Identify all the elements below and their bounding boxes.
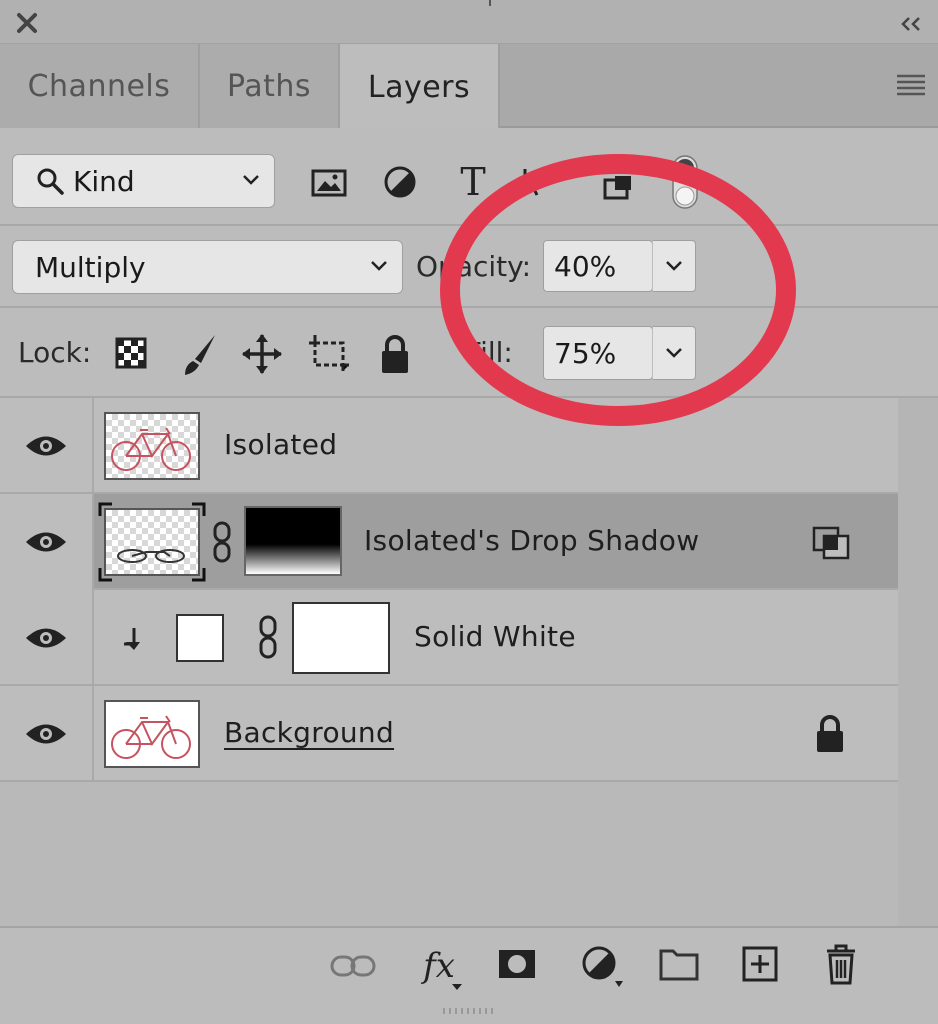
blend-mode-value: Multiply <box>35 250 146 284</box>
lock-artboard-icon[interactable] <box>306 332 352 374</box>
layer-name[interactable]: Isolated <box>224 428 337 461</box>
tab-layers[interactable]: Layers <box>340 44 500 130</box>
image-filter-icon[interactable] <box>310 168 348 198</box>
layers-scrollbar[interactable] <box>898 398 938 926</box>
adjustment-layer-icon[interactable] <box>578 942 626 990</box>
lock-icon <box>814 714 846 754</box>
layer-row[interactable]: Background <box>0 686 898 782</box>
visibility-toggle[interactable] <box>0 398 94 494</box>
fx-icon[interactable]: fx <box>412 942 466 990</box>
selection-corners <box>98 502 206 582</box>
layers-footer: fx <box>0 926 938 1024</box>
tab-bar: Channels Paths Layers <box>0 44 938 130</box>
blend-mode-dropdown[interactable]: Multiply <box>12 240 403 294</box>
lock-row: Lock: Fill: 75% <box>0 308 938 398</box>
layer-name[interactable]: Isolated's Drop Shadow <box>364 524 699 557</box>
eye-icon <box>24 625 68 651</box>
search-icon <box>35 166 65 196</box>
top-divider-mark <box>489 0 491 6</box>
kind-label: Kind <box>73 164 135 198</box>
bicycle-icon <box>111 427 191 471</box>
smart-object-filter-icon[interactable] <box>600 170 636 204</box>
chevron-down-icon <box>368 255 390 277</box>
chain-link-icon[interactable] <box>256 614 280 660</box>
chevron-down-icon <box>663 255 685 277</box>
panel-header <box>0 0 938 44</box>
tab-channels[interactable]: Channels <box>0 44 200 128</box>
opacity-input[interactable]: 40% <box>543 240 653 292</box>
visibility-toggle[interactable] <box>0 590 94 686</box>
layers-empty-area <box>0 788 898 926</box>
blend-row: Multiply Opacity: 40% <box>0 226 938 308</box>
layer-name[interactable]: Solid White <box>414 620 576 653</box>
layer-row[interactable]: Isolated <box>0 398 898 494</box>
close-icon[interactable] <box>14 10 40 36</box>
adjustment-filter-icon[interactable] <box>382 164 418 200</box>
delete-layer-icon[interactable] <box>822 942 860 986</box>
layer-mask-thumbnail[interactable] <box>292 602 390 674</box>
bicycle-icon <box>111 715 191 759</box>
layer-row[interactable]: Solid White <box>0 590 898 686</box>
fx-label: fx <box>423 946 455 986</box>
fill-label: Fill: <box>466 336 513 369</box>
lock-transparent-pixels-icon[interactable] <box>114 336 148 370</box>
visibility-toggle[interactable] <box>0 686 94 782</box>
chevron-down-icon <box>663 342 685 364</box>
fill-color-thumbnail[interactable] <box>176 614 224 662</box>
kind-filter-dropdown[interactable]: Kind <box>12 154 275 208</box>
lock-all-icon[interactable] <box>378 332 412 376</box>
collapse-panel-icon[interactable] <box>898 14 924 34</box>
layer-thumbnail <box>104 412 200 480</box>
chevron-down-icon <box>240 169 262 191</box>
tab-paths[interactable]: Paths <box>200 44 340 128</box>
shape-filter-icon[interactable] <box>520 166 548 200</box>
visibility-toggle[interactable] <box>0 494 94 590</box>
filter-toggle-icon[interactable] <box>668 154 702 210</box>
layer-name[interactable]: Background <box>224 716 394 749</box>
new-layer-icon[interactable] <box>740 944 780 984</box>
panel-menu-icon[interactable] <box>895 72 927 98</box>
lock-position-icon[interactable] <box>240 332 284 376</box>
lock-label: Lock: <box>18 336 92 369</box>
add-mask-icon[interactable] <box>496 944 538 984</box>
fill-dropdown-button[interactable] <box>652 326 696 380</box>
lock-image-pixels-icon[interactable] <box>178 332 220 378</box>
eye-icon <box>24 529 68 555</box>
clipping-arrow-icon <box>120 626 142 652</box>
new-group-icon[interactable] <box>658 944 700 984</box>
eye-icon <box>24 721 68 747</box>
fill-input[interactable]: 75% <box>543 326 653 380</box>
type-filter-icon[interactable]: T <box>455 160 491 204</box>
layer-thumbnail <box>104 700 200 768</box>
eye-icon <box>24 433 68 459</box>
chain-link-icon[interactable] <box>210 520 234 564</box>
layer-row[interactable]: Isolated's Drop Shadow <box>0 494 898 590</box>
layers-list: Isolated Isolated's Drop Shadow Solid Wh… <box>0 398 898 788</box>
opacity-label: Opacity: <box>416 250 532 283</box>
smart-object-badge-icon <box>812 526 850 560</box>
filter-row: Kind T <box>0 128 938 226</box>
layer-mask-thumbnail[interactable] <box>244 506 342 576</box>
link-layers-icon[interactable] <box>330 948 376 984</box>
opacity-dropdown-button[interactable] <box>652 240 696 292</box>
resize-grip[interactable] <box>440 1006 500 1016</box>
